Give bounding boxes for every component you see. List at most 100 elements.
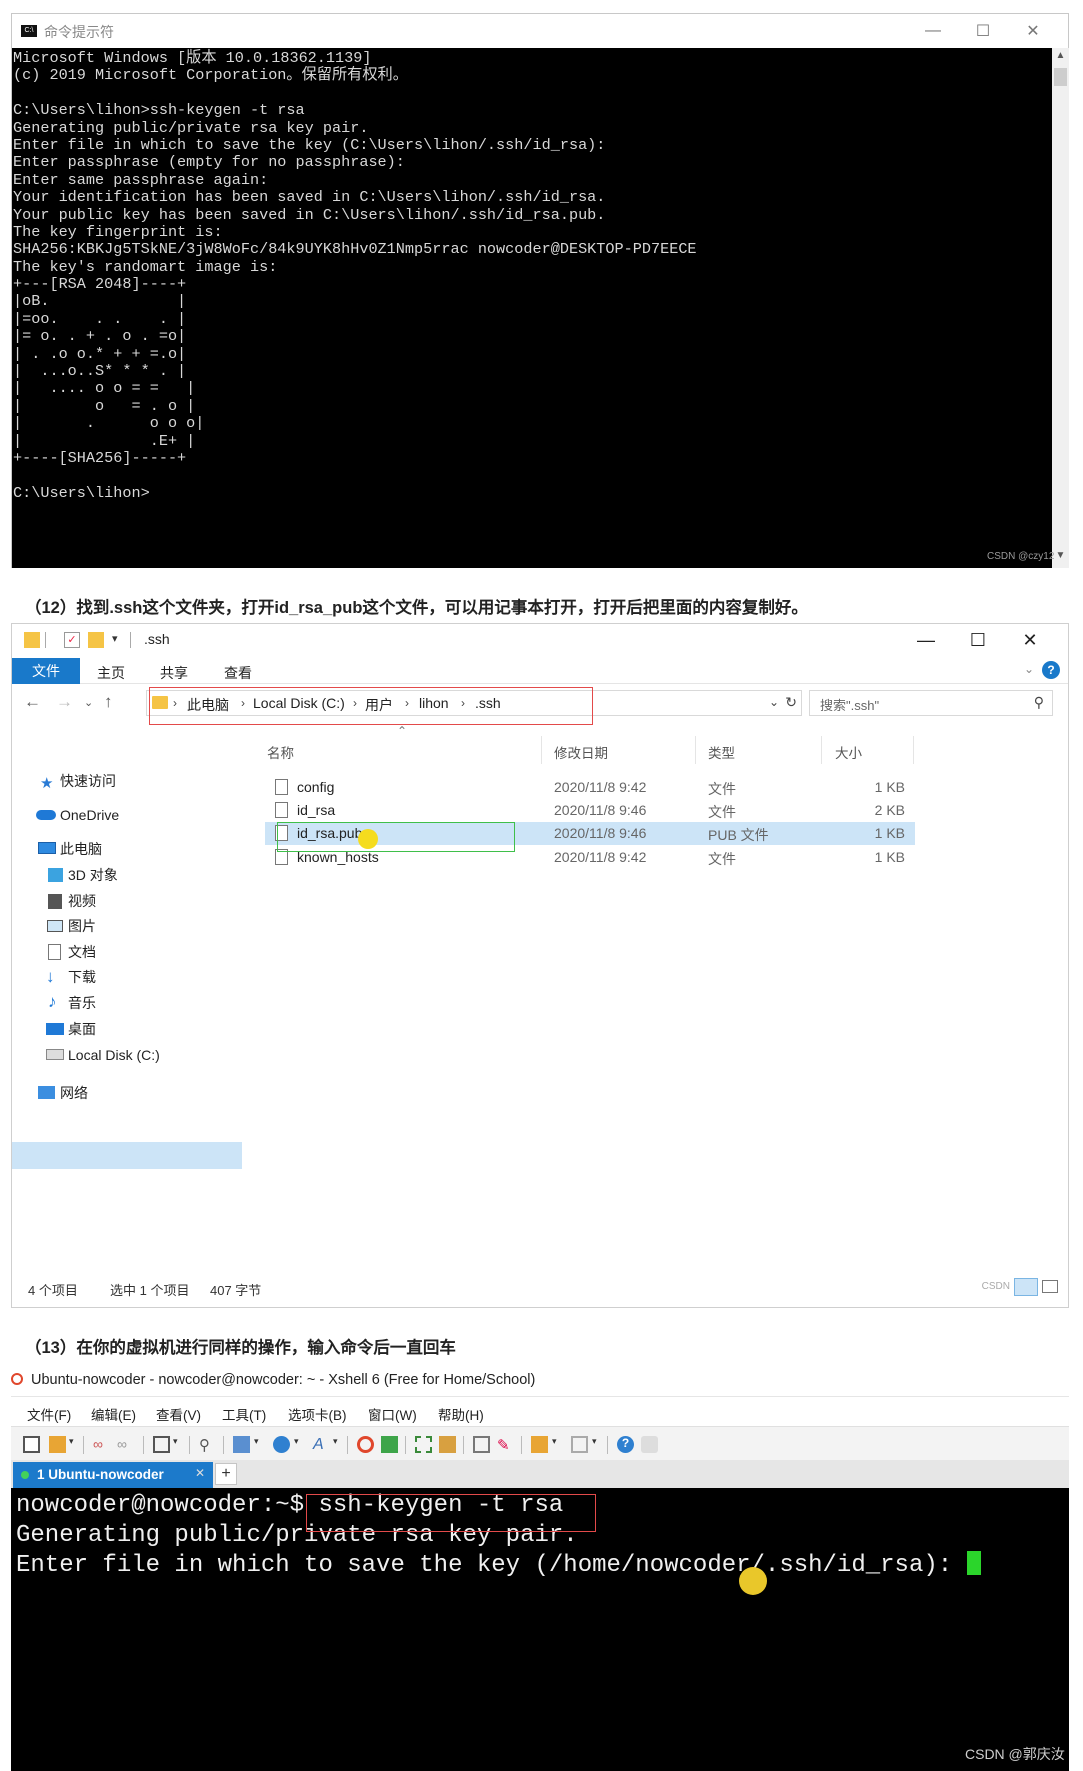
maximize-button[interactable]: ☐ bbox=[958, 14, 1008, 48]
dropdown-icon[interactable]: ▾ bbox=[173, 1436, 181, 1453]
view-toggle[interactable] bbox=[1014, 1278, 1062, 1296]
new-session-icon[interactable] bbox=[23, 1436, 40, 1453]
dropdown-icon[interactable]: ▾ bbox=[552, 1436, 560, 1453]
quick-access-dropdown-icon[interactable]: ▾ bbox=[112, 632, 128, 648]
close-button[interactable]: ✕ bbox=[1004, 624, 1056, 656]
menu-edit[interactable]: 编辑(E) bbox=[91, 1404, 136, 1424]
tab-file[interactable]: 文件 bbox=[12, 658, 80, 684]
nav-item-downloads[interactable]: ↓ 下载 bbox=[12, 964, 256, 990]
compose-icon[interactable] bbox=[571, 1436, 588, 1453]
column-header-name[interactable]: 名称 bbox=[267, 742, 294, 762]
scroll-thumb[interactable] bbox=[1054, 68, 1067, 86]
close-button[interactable]: ✕ bbox=[1008, 14, 1058, 48]
tab-share[interactable]: 共享 bbox=[160, 663, 188, 683]
column-divider[interactable] bbox=[541, 736, 542, 764]
nav-item-this-pc[interactable]: 此电脑 bbox=[12, 836, 256, 862]
nav-item-desktop[interactable]: 桌面 bbox=[12, 1016, 256, 1042]
help-icon[interactable]: ? bbox=[1042, 661, 1060, 679]
add-tab-button[interactable]: + bbox=[215, 1463, 237, 1485]
nav-item-pictures[interactable]: 图片 bbox=[12, 913, 256, 939]
xshell-icon[interactable] bbox=[357, 1436, 374, 1453]
lock-icon[interactable] bbox=[439, 1436, 456, 1453]
menu-window[interactable]: 窗口(W) bbox=[368, 1404, 417, 1424]
back-arrow-icon[interactable]: ← bbox=[24, 692, 41, 712]
up-arrow-icon[interactable]: ↑ bbox=[104, 692, 113, 712]
new-folder-icon[interactable] bbox=[88, 632, 104, 648]
file-type: 文件 bbox=[708, 851, 736, 867]
properties-icon[interactable]: ✓ bbox=[64, 632, 80, 648]
globe-icon[interactable] bbox=[273, 1436, 290, 1453]
column-divider[interactable] bbox=[913, 736, 914, 764]
minimize-button[interactable]: — bbox=[908, 14, 958, 48]
minimize-button[interactable]: — bbox=[900, 624, 952, 656]
script-icon[interactable] bbox=[531, 1436, 548, 1453]
session-tabbar: 1 Ubuntu-nowcoder ✕ + bbox=[11, 1460, 1069, 1488]
keyboard-icon[interactable] bbox=[473, 1436, 490, 1453]
cmd-console-output[interactable]: Microsoft Windows [版本 10.0.18362.1139] (c… bbox=[12, 48, 1052, 568]
sort-chevron-icon[interactable]: ⌃ bbox=[397, 724, 407, 738]
fullscreen-icon[interactable] bbox=[415, 1436, 432, 1453]
font-icon[interactable]: A bbox=[313, 1436, 330, 1453]
search-input[interactable]: 搜索".ssh" ⚲ bbox=[809, 690, 1053, 716]
refresh-icon[interactable]: ↻ bbox=[785, 694, 797, 711]
dropdown-icon[interactable]: ▾ bbox=[333, 1436, 341, 1453]
file-row[interactable]: id_rsa 2020/11/8 9:46 文件 2 KB bbox=[265, 799, 915, 822]
console-line: | . .o o.* + + =.o| bbox=[13, 344, 187, 363]
menu-tabs[interactable]: 选项卡(B) bbox=[288, 1404, 347, 1424]
tab-ubuntu-nowcoder[interactable]: 1 Ubuntu-nowcoder ✕ bbox=[13, 1462, 213, 1488]
nav-item-quick-access[interactable]: ★ 快速访问 bbox=[12, 768, 256, 794]
nav-item-documents[interactable]: 文档 bbox=[12, 939, 256, 965]
dropdown-icon[interactable]: ▾ bbox=[294, 1436, 302, 1453]
menu-tools[interactable]: 工具(T) bbox=[222, 1404, 266, 1424]
scroll-up-icon[interactable]: ▲ bbox=[1052, 50, 1069, 66]
nav-item-network[interactable]: 网络 bbox=[12, 1080, 256, 1106]
nav-item-3d-objects[interactable]: 3D 对象 bbox=[12, 862, 256, 888]
cmd-scrollbar[interactable]: ▲ ▼ bbox=[1052, 48, 1069, 568]
scroll-down-icon[interactable]: ▼ bbox=[1052, 550, 1069, 566]
dropdown-icon[interactable]: ▾ bbox=[69, 1436, 77, 1453]
menu-help[interactable]: 帮助(H) bbox=[438, 1404, 484, 1424]
tab-home[interactable]: 主页 bbox=[97, 663, 125, 683]
column-header-date[interactable]: 修改日期 bbox=[554, 742, 608, 762]
details-view-icon[interactable] bbox=[1014, 1278, 1038, 1296]
close-tab-icon[interactable]: ✕ bbox=[195, 1466, 205, 1480]
console-line: Enter file in which to save the key (C:\… bbox=[13, 135, 606, 154]
pen-icon[interactable]: ✎ bbox=[497, 1436, 514, 1454]
nav-label: 文档 bbox=[68, 944, 96, 960]
search-icon[interactable]: ⚲ bbox=[1034, 694, 1044, 711]
large-icons-view-icon[interactable] bbox=[1042, 1280, 1058, 1293]
forward-arrow-icon[interactable]: → bbox=[56, 692, 73, 712]
file-row[interactable]: config 2020/11/8 9:42 文件 1 KB bbox=[265, 776, 915, 799]
properties-icon[interactable] bbox=[153, 1436, 170, 1453]
column-header-size[interactable]: 大小 bbox=[835, 742, 862, 762]
layout-icon[interactable] bbox=[233, 1436, 250, 1453]
chat-icon[interactable] bbox=[641, 1436, 658, 1453]
address-dropdown-icon[interactable]: ⌄ bbox=[769, 695, 779, 709]
nav-item-onedrive[interactable]: OneDrive bbox=[12, 802, 256, 828]
file-size: 1 KB bbox=[874, 825, 905, 841]
column-header-type[interactable]: 类型 bbox=[708, 742, 735, 762]
recent-locations-chevron-icon[interactable]: ⌄ bbox=[84, 696, 93, 709]
column-divider[interactable] bbox=[695, 736, 696, 764]
menu-file[interactable]: 文件(F) bbox=[27, 1404, 71, 1424]
expand-ribbon-chevron-icon[interactable]: ⌄ bbox=[1024, 662, 1034, 676]
nav-item-local-disk[interactable]: Local Disk (C:) bbox=[12, 1042, 256, 1068]
maximize-button[interactable]: ☐ bbox=[952, 624, 1004, 656]
nav-item-videos[interactable]: 视频 bbox=[12, 888, 256, 914]
dropdown-icon[interactable]: ▾ bbox=[254, 1436, 262, 1453]
search-icon[interactable]: ⚲ bbox=[199, 1436, 216, 1454]
cmd-app-icon: C:\ bbox=[21, 25, 37, 37]
dropdown-icon[interactable]: ▾ bbox=[592, 1436, 600, 1453]
console-line: | .... o o = = | bbox=[13, 379, 196, 398]
help-icon[interactable]: ? bbox=[617, 1436, 634, 1453]
open-folder-icon[interactable] bbox=[49, 1436, 66, 1453]
terminal-text: Enter file in which to save the key (/ho… bbox=[16, 1552, 967, 1579]
disconnect-icon[interactable]: ∞ bbox=[117, 1436, 134, 1453]
xftp-icon[interactable] bbox=[381, 1436, 398, 1453]
connect-icon[interactable]: ∞ bbox=[93, 1436, 110, 1453]
tab-view[interactable]: 查看 bbox=[224, 663, 252, 683]
nav-item-music[interactable]: ♪ 音乐 bbox=[12, 990, 256, 1016]
column-divider[interactable] bbox=[821, 736, 822, 764]
menu-view[interactable]: 查看(V) bbox=[156, 1404, 201, 1424]
